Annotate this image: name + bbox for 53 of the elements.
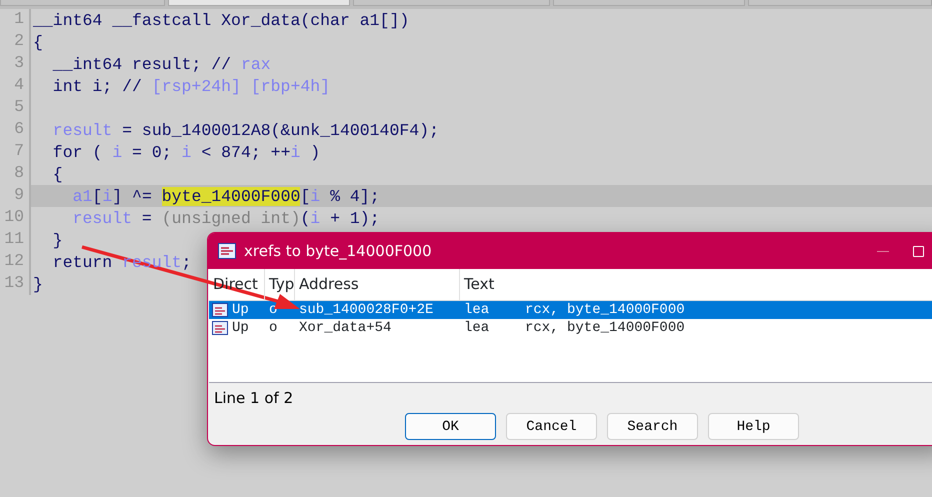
line-number: 11 <box>3 229 25 250</box>
xref-icon <box>212 303 228 317</box>
line-number: 1 <box>13 9 25 30</box>
tab[interactable] <box>553 0 746 6</box>
operands-text: rcx, byte_14000F000 <box>525 319 685 337</box>
list-window-icon <box>218 243 236 259</box>
tab[interactable] <box>748 0 932 6</box>
tab[interactable] <box>352 0 550 6</box>
xref-icon <box>212 321 228 335</box>
dialog-title: xrefs to byte_14000F000 <box>244 242 432 260</box>
code-line: { <box>52 165 63 186</box>
operands-text: rcx, byte_14000F000 <box>525 301 685 319</box>
minimize-icon[interactable] <box>877 250 889 252</box>
code-line: for ( i = 0; i < 874; ++i ) <box>52 143 320 164</box>
code-line: a1[i] ^= byte_14000F000[i % 4]; <box>72 187 380 208</box>
code-line: result = (unsigned int)(i + 1); <box>72 209 380 230</box>
code-line: __int64 __fastcall Xor_data(char a1[]) <box>32 11 410 32</box>
line-number: 2 <box>13 31 25 52</box>
address-text: sub_1400028F0+2E <box>298 301 434 319</box>
code-line: } <box>52 231 63 252</box>
line-number: 3 <box>13 53 25 74</box>
mnemonic-text: lea <box>463 301 490 319</box>
line-number: 12 <box>3 251 25 272</box>
line-number: 6 <box>13 119 25 140</box>
tab[interactable] <box>168 0 350 6</box>
mnemonic-text: lea <box>463 319 490 337</box>
direction-text: Up <box>232 319 249 337</box>
code-line: int i; // [rsp+24h] [rbp+4h] <box>52 77 330 98</box>
line-number: 5 <box>13 97 25 118</box>
line-number: 8 <box>13 163 25 184</box>
column-header[interactable]: Direct <box>209 269 265 300</box>
line-number: 7 <box>13 141 25 162</box>
dialog-button[interactable]: Search <box>607 413 698 440</box>
code-line: { <box>32 33 43 54</box>
code-line: result = sub_1400012A8(&unk_1400140F4); <box>52 121 439 142</box>
line-number: 10 <box>3 207 25 228</box>
maximize-icon[interactable] <box>913 246 924 256</box>
status-text: Line 1 of 2 <box>214 389 294 407</box>
dialog-button[interactable]: Help <box>708 413 799 440</box>
line-number: 13 <box>3 273 25 294</box>
column-header[interactable]: Text <box>460 269 932 300</box>
column-header[interactable]: Address <box>295 269 460 300</box>
code-line: __int64 result; // rax <box>52 55 271 76</box>
line-number: 4 <box>13 75 25 96</box>
type-text: o <box>268 319 278 337</box>
code-line: } <box>32 275 43 296</box>
dialog-button[interactable]: OK <box>405 413 496 440</box>
direction-text: Up <box>232 301 249 319</box>
xref-row[interactable]: Up o Xor_data+54 lea rcx, byte_14000F000 <box>209 319 932 337</box>
tab[interactable] <box>0 0 165 6</box>
dialog-button[interactable]: Cancel <box>506 413 597 440</box>
address-text: Xor_data+54 <box>298 319 392 337</box>
line-number: 9 <box>13 185 25 206</box>
